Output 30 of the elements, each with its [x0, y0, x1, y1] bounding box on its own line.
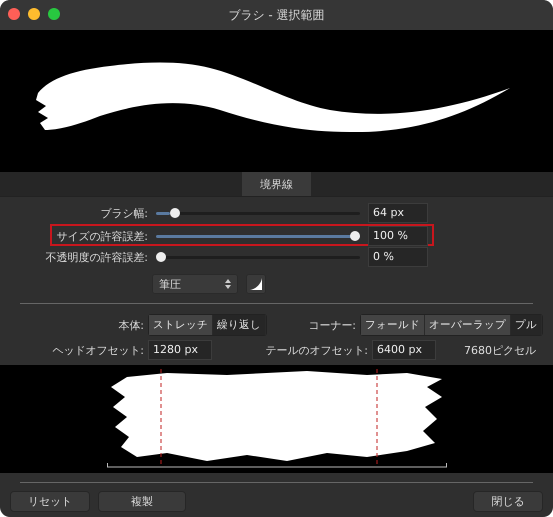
- slider[interactable]: [156, 231, 360, 241]
- total-length-text: 7680ピクセル: [464, 342, 536, 358]
- value-field[interactable]: 0 %: [368, 247, 428, 267]
- segment-button[interactable]: フォールド: [361, 315, 425, 335]
- segment-button[interactable]: オーバーラップ: [425, 315, 511, 335]
- curve-button[interactable]: [246, 274, 266, 294]
- tail-offset-field[interactable]: 6400 px: [372, 340, 436, 360]
- close-button[interactable]: [8, 8, 20, 20]
- head-offset-field[interactable]: 1280 px: [148, 340, 212, 360]
- tab[interactable]: 境界線: [242, 172, 311, 196]
- value-field[interactable]: 64 px: [368, 203, 428, 223]
- stepper-arrows-icon: [225, 279, 231, 289]
- window-title: ブラシ - 選択範囲: [228, 6, 324, 24]
- slider-label: ブラシ幅:: [99, 206, 148, 220]
- close-button[interactable]: 閉じる: [473, 491, 543, 512]
- duplicate-button[interactable]: 複製: [98, 491, 186, 512]
- corner-label: コーナー:: [307, 318, 357, 332]
- slider-label: 不透明度の許容誤差:: [44, 250, 148, 264]
- slider-label: サイズの許容誤差:: [55, 228, 148, 244]
- pressure-dropdown[interactable]: 筆圧: [152, 274, 238, 294]
- minimize-button[interactable]: [28, 8, 40, 20]
- segment-button[interactable]: ストレッチ: [149, 315, 213, 335]
- tail-offset-label: テールのオフセット:: [264, 342, 369, 358]
- slider[interactable]: [156, 208, 360, 218]
- slider[interactable]: [156, 252, 360, 262]
- reset-button[interactable]: リセット: [10, 491, 90, 512]
- body-label: 本体:: [117, 318, 145, 332]
- zoom-button[interactable]: [48, 8, 60, 20]
- value-field[interactable]: 100 %: [368, 226, 428, 246]
- head-offset-label: ヘッドオフセット:: [51, 342, 145, 358]
